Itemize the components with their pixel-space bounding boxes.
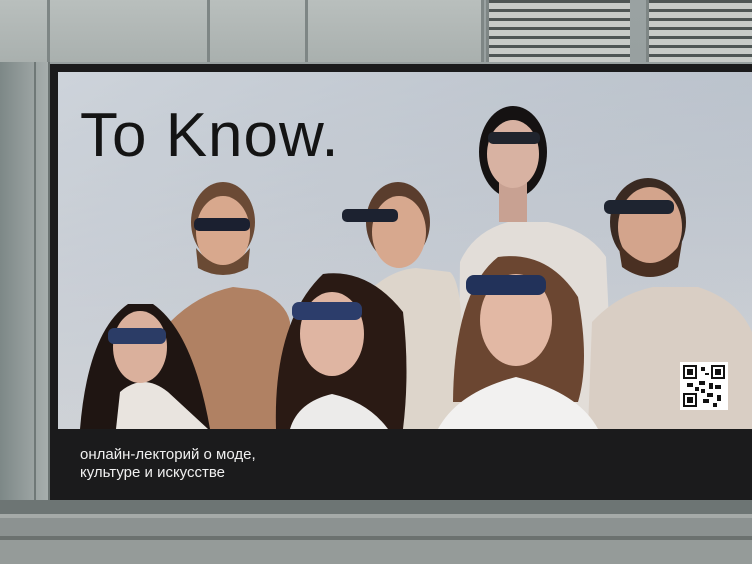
wall-panel <box>210 0 308 62</box>
billboard-caption: онлайн-лекторий о моде, культуре и искус… <box>80 446 400 482</box>
wall-panel <box>0 0 50 62</box>
wall-panel <box>308 0 484 62</box>
wall-column <box>0 62 50 502</box>
pavement <box>0 500 752 564</box>
billboard-photo: To Know. <box>58 72 752 429</box>
air-vent <box>646 0 752 62</box>
qr-code-icon <box>683 365 725 407</box>
caption-line: онлайн-лекторий о моде, <box>80 446 256 463</box>
headline: To Know. <box>80 101 340 170</box>
wall-panel <box>50 0 210 62</box>
caption-line: культуре и искусстве <box>80 464 226 481</box>
qr-code[interactable] <box>680 362 728 410</box>
air-vent <box>486 0 630 62</box>
